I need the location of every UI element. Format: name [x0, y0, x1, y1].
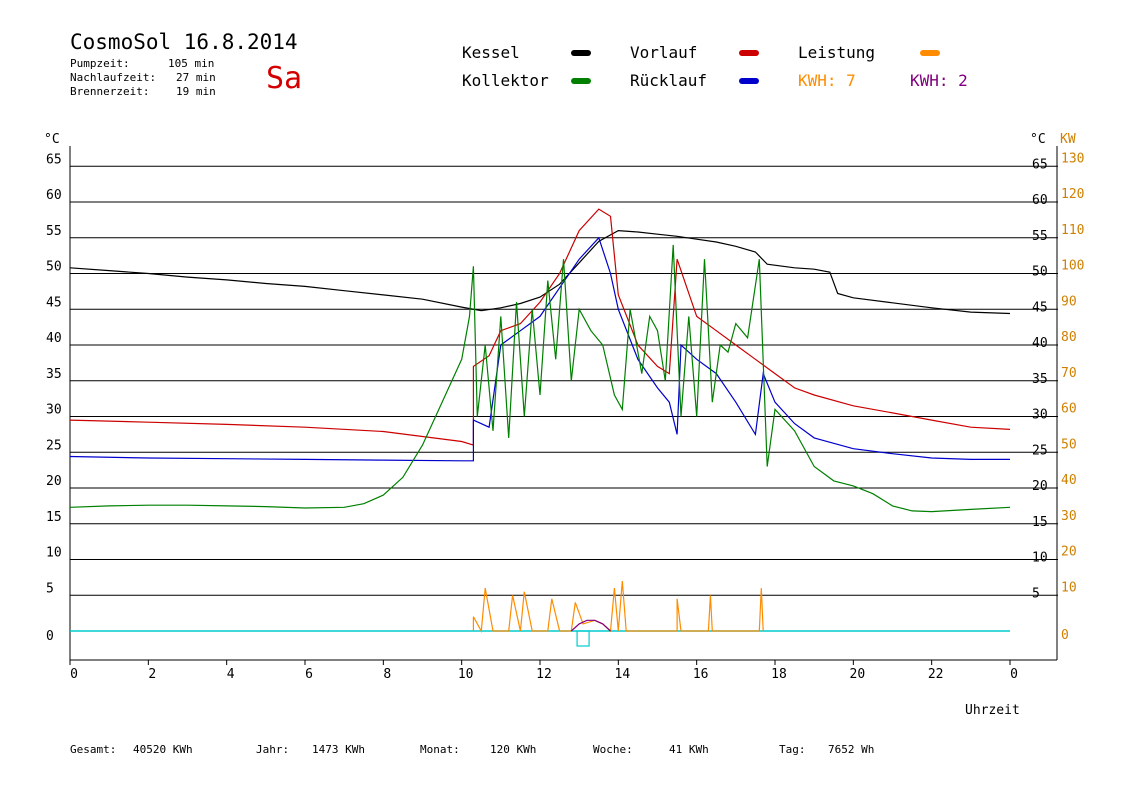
temperature-chart: 0510152025303540455055606551015202530354…: [44, 132, 1084, 718]
x-tick-label: 12: [536, 667, 552, 682]
y-tick-right-temp: 30: [1032, 408, 1048, 423]
footer-month-value: 120 KWh: [490, 743, 537, 756]
y-tick-left: 60: [46, 188, 62, 203]
y-tick-right-temp: 25: [1032, 443, 1048, 458]
x-tick-label: 22: [928, 667, 944, 682]
x-tick-label: 2: [148, 667, 156, 682]
y-tick-left: 25: [46, 438, 62, 453]
y-tick-left: 5: [46, 581, 54, 596]
y-tick-right-temp: 5: [1032, 586, 1040, 601]
footer-day-value: 7652 Wh: [828, 743, 875, 756]
y-tick-left: 65: [46, 152, 62, 167]
x-tick-label: 18: [771, 667, 787, 682]
footer-year-value: 1473 KWh: [312, 743, 365, 756]
x-tick-label: 8: [383, 667, 391, 682]
y-tick-right-power: 30: [1061, 509, 1077, 524]
y-tick-right-power: 110: [1061, 223, 1084, 238]
footer-total-value: 40520 KWh: [133, 743, 193, 756]
y-tick-right-power: 10: [1061, 580, 1077, 595]
series-line-vorlauf: [69, 208, 1011, 446]
x-tick-label: 10: [458, 667, 474, 682]
y-tick-right-power: 90: [1061, 294, 1077, 309]
y-tick-left: 55: [46, 224, 62, 239]
y-tick-left: 30: [46, 403, 62, 418]
y-tick-left: 40: [46, 331, 62, 346]
y-axis-label-right: °C: [1030, 132, 1046, 147]
y-tick-right-power: 60: [1061, 402, 1077, 417]
y-tick-right-temp: 60: [1032, 193, 1048, 208]
x-tick-label: 14: [615, 667, 631, 682]
x-tick-label: 6: [305, 667, 313, 682]
x-tick-label: 16: [693, 667, 709, 682]
series-line-kollektor: [69, 244, 1011, 513]
y-tick-right-temp: 65: [1032, 157, 1048, 172]
y-tick-left: 0: [46, 629, 54, 644]
x-tick-label: 0: [70, 667, 78, 682]
y-tick-right-power: 50: [1061, 437, 1077, 452]
y-tick-left: 15: [46, 510, 62, 525]
y-tick-left: 20: [46, 474, 62, 489]
y-tick-left: 10: [46, 546, 62, 561]
footer-week-label: Woche:: [593, 743, 633, 756]
x-tick-label: 0: [1010, 667, 1018, 682]
x-tick-label: 20: [850, 667, 866, 682]
y-tick-right-temp: 50: [1032, 265, 1048, 280]
current-time-marker: [576, 630, 590, 647]
footer-month-label: Monat:: [420, 743, 460, 756]
y-axis-label-left: °C: [44, 132, 60, 147]
x-tick-label: 4: [227, 667, 235, 682]
y-tick-right-power: 130: [1061, 151, 1084, 166]
y-tick-right-power: 40: [1061, 473, 1077, 488]
y-tick-right-power: 20: [1061, 545, 1077, 560]
y-tick-right-temp: 10: [1032, 551, 1048, 566]
y-tick-right-temp: 15: [1032, 515, 1048, 530]
y-tick-right-power: 80: [1061, 330, 1077, 345]
y-tick-right-temp: 20: [1032, 479, 1048, 494]
x-axis-label: Uhrzeit: [965, 703, 1020, 718]
footer-week-value: 41 KWh: [669, 743, 709, 756]
footer-year-label: Jahr:: [256, 743, 290, 756]
y-tick-left: 45: [46, 295, 62, 310]
y-tick-right-power: 70: [1061, 366, 1077, 381]
y-tick-right-power: 0: [1061, 628, 1069, 643]
y-tick-right-power: 120: [1061, 187, 1084, 202]
y-axis-label-power: KW: [1060, 132, 1076, 147]
y-tick-right-temp: 45: [1032, 300, 1048, 315]
y-tick-right-power: 100: [1061, 259, 1084, 274]
series-line-r-cklauf: [69, 236, 1010, 462]
y-tick-left: 50: [46, 260, 62, 275]
footer-day-label: Tag:: [779, 743, 806, 756]
series-line-leistung: [472, 580, 764, 634]
y-tick-right-temp: 55: [1032, 229, 1048, 244]
footer-total-label: Gesamt:: [70, 743, 117, 756]
y-tick-left: 35: [46, 367, 62, 382]
y-tick-right-temp: 35: [1032, 372, 1048, 387]
y-tick-right-temp: 40: [1032, 336, 1048, 351]
